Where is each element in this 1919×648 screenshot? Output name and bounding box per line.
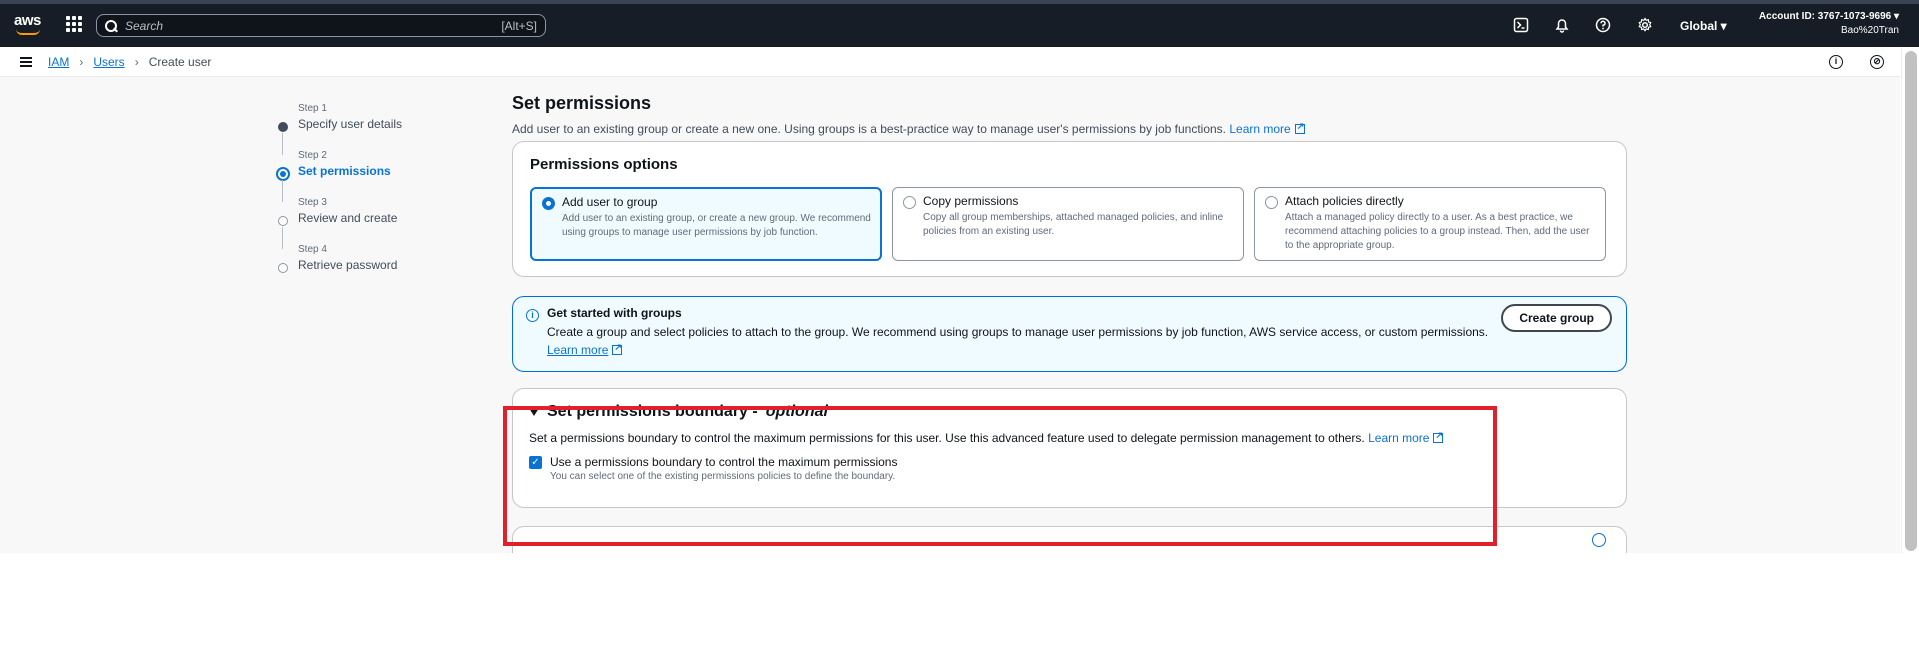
aws-logo[interactable]: aws (14, 12, 44, 38)
breadcrumb-current: Create user (148, 55, 212, 69)
step-completed-icon (278, 122, 288, 132)
step-number: Step 2 (298, 150, 327, 161)
aws-logo-text: aws (14, 12, 41, 29)
step-1[interactable]: Step 1 Specify user details (278, 103, 478, 155)
step-pending-icon (278, 216, 288, 226)
learn-more-link[interactable]: Learn more (547, 343, 608, 357)
radio-selected-icon[interactable] (542, 197, 555, 210)
card-title: Permissions options (530, 156, 678, 173)
scrollbar[interactable] (1901, 47, 1919, 553)
search-icon (105, 19, 117, 32)
info-icon: i (526, 309, 539, 322)
page-description-text: Add user to an existing group or create … (512, 122, 1226, 136)
step-title: Review and create (298, 211, 398, 225)
search-shortcut: [Alt+S] (501, 18, 537, 33)
search-input[interactable] (125, 18, 502, 33)
region-selector[interactable]: Global ▾ (1680, 19, 1727, 33)
radio-icon[interactable] (1265, 196, 1278, 209)
radio-icon[interactable] (903, 196, 916, 209)
chevron-right-icon: › (134, 55, 139, 69)
step-title: Retrieve password (298, 258, 398, 272)
info-icon[interactable] (1592, 533, 1606, 547)
help-icon[interactable] (1595, 17, 1611, 33)
option-description: Add user to an existing group, or create… (562, 213, 871, 238)
account-id: Account ID: 3767-1073-9696 ▾ (1758, 11, 1899, 22)
get-started-info-alert: i Get started with groups Create a group… (512, 296, 1627, 372)
gear-icon[interactable] (1637, 17, 1653, 33)
content-area: Set permissions Add user to an existing … (512, 93, 1627, 553)
step-title: Specify user details (298, 117, 403, 131)
chevron-right-icon: › (79, 55, 84, 69)
option-copy-permissions[interactable]: Copy permissions Copy all group membersh… (892, 187, 1244, 261)
step-number: Step 1 (298, 103, 327, 114)
menu-icon[interactable] (20, 57, 32, 67)
step-current-icon (276, 167, 290, 181)
step-number: Step 4 (298, 244, 327, 255)
option-description: Copy all group memberships, attached man… (923, 212, 1224, 237)
option-add-user-to-group[interactable]: Add user to group Add user to an existin… (530, 187, 882, 261)
breadcrumb-users[interactable]: Users (93, 55, 124, 69)
info-title: Get started with groups (547, 306, 682, 320)
aws-smile-icon (16, 29, 40, 35)
info-learn-more: Learn more (547, 342, 1592, 357)
scrollbar-thumb[interactable] (1905, 51, 1917, 551)
step-2: Step 2 Set permissions (276, 150, 478, 202)
option-label: Attach policies directly (1285, 194, 1404, 208)
option-label: Copy permissions (923, 194, 1019, 208)
permissions-options-group: Add user to group Add user to an existin… (530, 187, 1609, 261)
step-number: Step 3 (298, 197, 327, 208)
bell-icon[interactable] (1554, 17, 1570, 33)
settings-circle-icon[interactable]: ⊘ (1870, 55, 1884, 69)
main-content: Step 1 Specify user details Step 2 Set p… (0, 77, 1900, 553)
info-description: Create a group and select policies to at… (547, 325, 1489, 339)
step-3: Step 3 Review and create (278, 197, 478, 249)
viewport: aws [Alt+S] Global ▾ (0, 0, 1919, 553)
option-attach-policies[interactable]: Attach policies directly Attach a manage… (1254, 187, 1606, 261)
page-title: Set permissions (512, 93, 652, 113)
option-label: Add user to group (562, 195, 658, 209)
page-description: Add user to an existing group or create … (512, 121, 1627, 136)
wizard-steps: Step 1 Specify user details Step 2 Set p… (276, 103, 478, 291)
external-link-icon (1294, 121, 1305, 134)
cloudshell-icon[interactable] (1513, 17, 1529, 33)
option-description: Attach a managed policy directly to a us… (1285, 212, 1590, 251)
learn-more-link[interactable]: Learn more (1229, 122, 1290, 136)
breadcrumb: IAM › Users › Create user (48, 55, 211, 69)
step-4: Step 4 Retrieve password (278, 244, 478, 291)
red-highlight-box (503, 406, 1497, 546)
permissions-options-card: Permissions options Add user to group Ad… (512, 141, 1627, 277)
account-menu[interactable]: Account ID: 3767-1073-9696 ▾ Bao%20Tran (1759, 10, 1899, 38)
external-link-icon (612, 342, 623, 355)
step-pending-icon (278, 263, 288, 273)
services-grid-icon[interactable] (66, 16, 82, 32)
account-user: Bao%20Tran (1841, 25, 1899, 36)
breadcrumb-iam[interactable]: IAM (48, 55, 69, 69)
info-icon[interactable]: i (1829, 55, 1843, 69)
step-title: Set permissions (298, 164, 391, 178)
create-group-button[interactable]: Create group (1501, 304, 1612, 332)
search-box[interactable]: [Alt+S] (96, 14, 546, 37)
top-navigation-bar: aws [Alt+S] Global ▾ (0, 0, 1919, 47)
breadcrumb-bar: IAM › Users › Create user i ⊘ (0, 47, 1900, 77)
